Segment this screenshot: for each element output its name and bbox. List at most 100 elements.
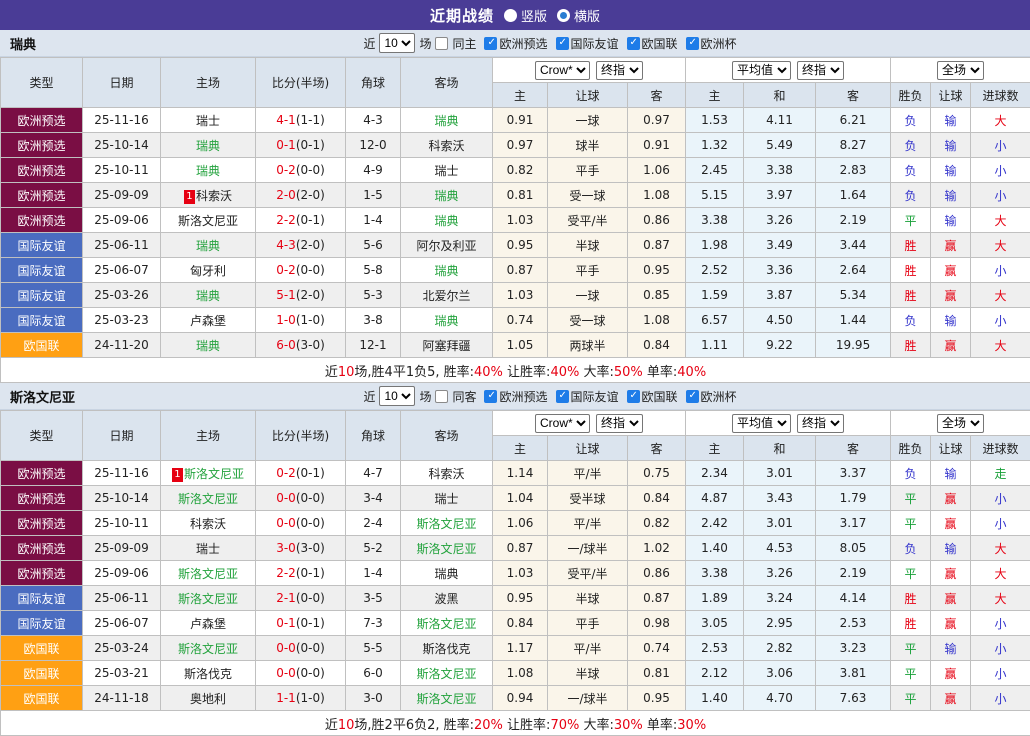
handicap-odds-cell: 1.14 <box>493 461 548 486</box>
comp-filter-euro-cup[interactable]: 欧洲杯 <box>686 388 737 405</box>
summary-text: 近10场,胜4平1负5, 胜率:40% 让胜率:40% 大率:50% 单率:40… <box>1 358 1030 383</box>
rank-badge: 1 <box>184 190 195 204</box>
result-cell: 负 <box>891 133 931 158</box>
match-count-select[interactable]: 10 <box>379 33 415 53</box>
average-odds-cell: 3.49 <box>744 233 816 258</box>
match-row: 欧洲预选25-11-16瑞士4-1(1-1)4-3瑞典0.91一球0.971.5… <box>1 108 1030 133</box>
result-cell: 小 <box>971 308 1030 333</box>
handicap-odds-cell: 半球 <box>548 233 628 258</box>
home-team-cell: 1斯洛文尼亚 <box>161 461 256 486</box>
scope-select[interactable]: 全场 <box>937 61 984 80</box>
odds-company-select[interactable]: Crow* <box>535 414 590 433</box>
handicap-odds-cell: 1.02 <box>628 536 686 561</box>
match-count-select[interactable]: 10 <box>379 386 415 406</box>
radio-horizontal-icon[interactable] <box>557 9 570 22</box>
handicap-select-group: Crow* 终指 <box>493 58 686 83</box>
average-odds-cell: 1.44 <box>816 308 891 333</box>
average-select[interactable]: 平均值 <box>732 61 791 80</box>
corner-cell: 4-9 <box>346 158 401 183</box>
checkbox-checked-icon[interactable] <box>556 390 569 403</box>
comp-filter-friendly[interactable]: 国际友谊 <box>556 388 619 405</box>
handicap-select-group: Crow* 终指 <box>493 411 686 436</box>
away-team-cell: 瑞典 <box>401 208 493 233</box>
match-date-cell: 24-11-18 <box>83 686 161 711</box>
result-cell: 大 <box>971 283 1030 308</box>
comp-filter-euro-cup[interactable]: 欧洲杯 <box>686 35 737 52</box>
final-odds-select[interactable]: 终指 <box>596 414 643 433</box>
col-header-goals-result: 进球数 <box>971 436 1030 461</box>
result-cell: 赢 <box>931 611 971 636</box>
handicap-odds-cell: 1.03 <box>493 561 548 586</box>
handicap-odds-cell: 0.87 <box>628 233 686 258</box>
result-cell: 赢 <box>931 258 971 283</box>
match-row: 欧洲预选25-09-06斯洛文尼亚2-2(0-1)1-4瑞典1.03受平/半0.… <box>1 208 1030 233</box>
result-cell: 输 <box>931 208 971 233</box>
average-odds-cell: 3.43 <box>744 486 816 511</box>
filter-controls: 近 10 场 同主 欧洲预选 国际友谊 欧国联 欧洲杯 <box>293 33 736 53</box>
radio-horizontal[interactable]: 横版 <box>557 6 600 25</box>
average-odds-cell: 3.26 <box>744 208 816 233</box>
match-date-cell: 25-03-21 <box>83 661 161 686</box>
handicap-odds-cell: 1.03 <box>493 208 548 233</box>
checkbox-checked-icon[interactable] <box>686 37 699 50</box>
match-date-cell: 25-09-06 <box>83 561 161 586</box>
average-select[interactable]: 平均值 <box>732 414 791 433</box>
final-odds-select[interactable]: 终指 <box>596 61 643 80</box>
result-cell: 胜 <box>891 233 931 258</box>
match-row: 欧洲预选25-09-09瑞士3-0(3-0)5-2斯洛文尼亚0.87一/球半1.… <box>1 536 1030 561</box>
score-cell: 2-0(2-0) <box>256 183 346 208</box>
handicap-odds-cell: 平/半 <box>548 511 628 536</box>
final-average-select[interactable]: 终指 <box>797 414 844 433</box>
competition-type-cell: 欧洲预选 <box>1 208 83 233</box>
away-team-cell: 斯洛文尼亚 <box>401 511 493 536</box>
handicap-odds-cell: 0.86 <box>628 208 686 233</box>
result-cell: 输 <box>931 536 971 561</box>
result-cell: 平 <box>891 208 931 233</box>
col-header-result: 胜负 <box>891 83 931 108</box>
average-odds-cell: 1.64 <box>816 183 891 208</box>
average-odds-cell: 3.97 <box>744 183 816 208</box>
average-select-group: 平均值终指 <box>686 411 891 436</box>
col-header-goals-result: 进球数 <box>971 83 1030 108</box>
handicap-odds-cell: 一/球半 <box>548 536 628 561</box>
checkbox-checked-icon[interactable] <box>627 37 640 50</box>
radio-vertical-icon[interactable] <box>504 9 517 22</box>
result-cell: 胜 <box>891 333 931 358</box>
comp-filter-nations-league[interactable]: 欧国联 <box>627 388 678 405</box>
col-header-avg-away: 客 <box>816 436 891 461</box>
checkbox-checked-icon[interactable] <box>556 37 569 50</box>
checkbox-checked-icon[interactable] <box>484 390 497 403</box>
corner-cell: 5-8 <box>346 258 401 283</box>
comp-filter-euro-qual[interactable]: 欧洲预选 <box>484 388 547 405</box>
page-title: 近期战绩 <box>430 5 494 26</box>
checkbox-checked-icon[interactable] <box>627 390 640 403</box>
handicap-odds-cell: 受平/半 <box>548 561 628 586</box>
corner-cell: 3-8 <box>346 308 401 333</box>
col-header-type: 类型 <box>1 58 83 108</box>
odds-company-select[interactable]: Crow* <box>535 61 590 80</box>
result-cell: 小 <box>971 258 1030 283</box>
scope-select[interactable]: 全场 <box>937 414 984 433</box>
radio-vertical[interactable]: 竖版 <box>504 6 547 25</box>
score-cell: 0-1(0-1) <box>256 133 346 158</box>
home-team-cell: 奥地利 <box>161 686 256 711</box>
score-cell: 0-0(0-0) <box>256 486 346 511</box>
competition-type-cell: 欧洲预选 <box>1 158 83 183</box>
handicap-odds-cell: 0.84 <box>628 486 686 511</box>
checkbox-checked-icon[interactable] <box>686 390 699 403</box>
match-date-cell: 25-03-24 <box>83 636 161 661</box>
average-odds-cell: 1.89 <box>686 586 744 611</box>
same-venue-label: 同主 <box>452 35 476 52</box>
corner-cell: 1-5 <box>346 183 401 208</box>
comp-filter-euro-qual[interactable]: 欧洲预选 <box>484 35 547 52</box>
result-cell: 输 <box>931 461 971 486</box>
comp-filter-nations-league[interactable]: 欧国联 <box>627 35 678 52</box>
final-average-select[interactable]: 终指 <box>797 61 844 80</box>
comp-filter-friendly[interactable]: 国际友谊 <box>556 35 619 52</box>
handicap-odds-cell: 0.87 <box>628 586 686 611</box>
same-venue-checkbox[interactable] <box>435 37 448 50</box>
same-venue-checkbox[interactable] <box>435 390 448 403</box>
checkbox-checked-icon[interactable] <box>484 37 497 50</box>
handicap-odds-cell: 0.82 <box>493 158 548 183</box>
away-team-cell: 科索沃 <box>401 461 493 486</box>
